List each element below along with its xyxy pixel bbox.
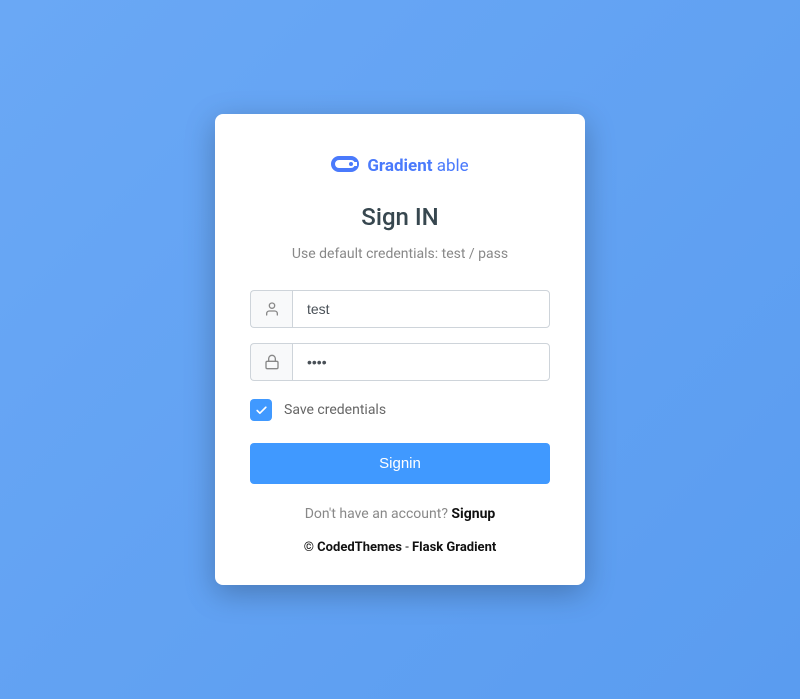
footer-copyright: ©	[304, 540, 317, 555]
user-icon	[250, 290, 292, 328]
password-input[interactable]	[292, 343, 550, 381]
signup-prompt-text: Don't have an account?	[305, 506, 452, 522]
username-input[interactable]	[292, 290, 550, 328]
logo-brand-bold: Gradient	[367, 156, 432, 176]
footer-link-codedthemes[interactable]: CodedThemes	[317, 540, 402, 555]
password-group	[250, 343, 550, 381]
logo-brand-light: able	[433, 156, 469, 176]
footer: © CodedThemes - Flask Gradient	[250, 540, 550, 555]
save-credentials-row: Save credentials	[250, 399, 550, 421]
logo-text: Gradient able	[367, 156, 468, 176]
signin-card: Gradient able Sign IN Use default creden…	[215, 114, 585, 585]
signin-button[interactable]: Signin	[250, 443, 550, 484]
logo-icon	[331, 154, 359, 178]
save-credentials-label: Save credentials	[284, 402, 386, 418]
username-group	[250, 290, 550, 328]
footer-link-flask-gradient[interactable]: Flask Gradient	[412, 540, 496, 555]
page-title: Sign IN	[250, 203, 550, 231]
save-credentials-checkbox[interactable]	[250, 399, 272, 421]
signup-link[interactable]: Signup	[451, 506, 495, 522]
lock-icon	[250, 343, 292, 381]
footer-separator: -	[402, 540, 412, 555]
signup-prompt: Don't have an account? Signup	[250, 506, 550, 522]
check-icon	[255, 404, 268, 417]
logo: Gradient able	[250, 154, 550, 178]
subtitle: Use default credentials: test / pass	[250, 246, 550, 262]
